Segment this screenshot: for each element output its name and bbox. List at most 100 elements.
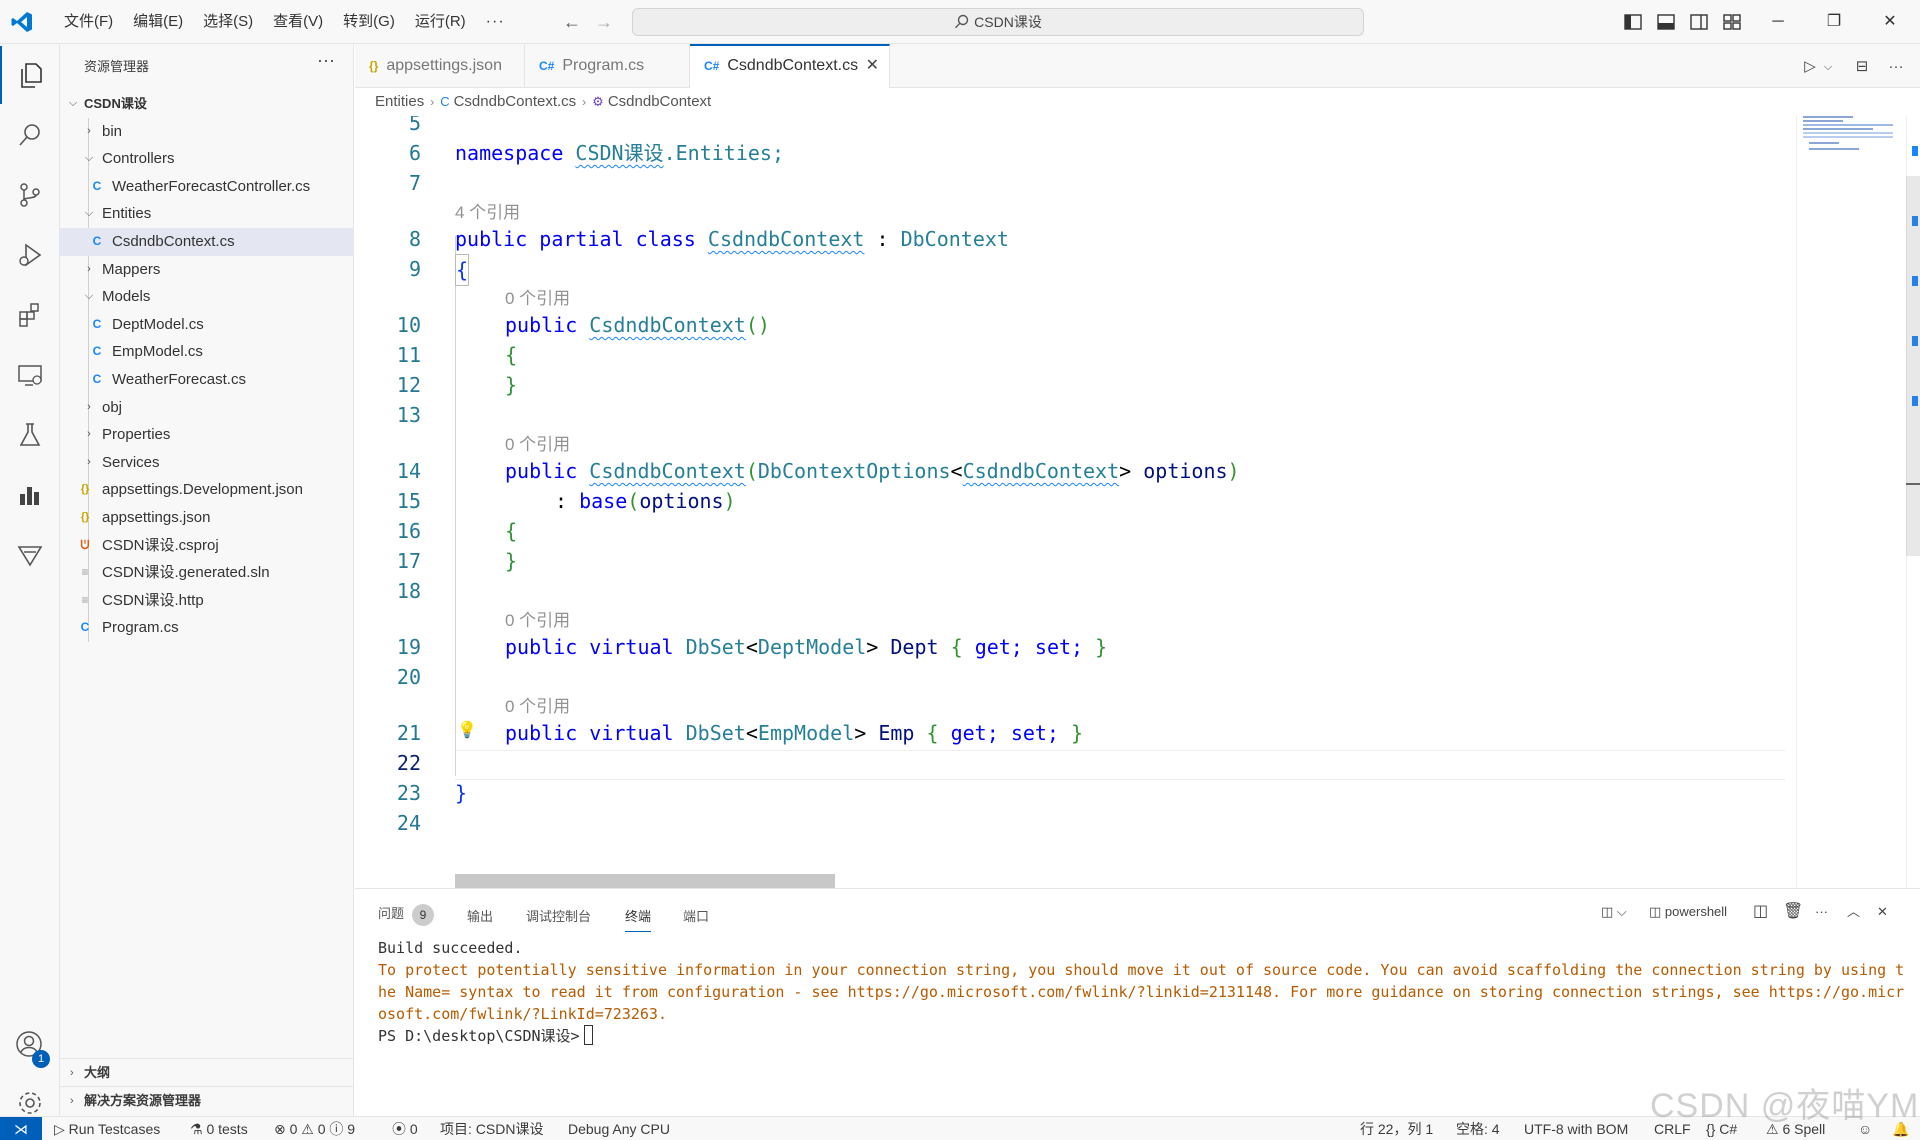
tab-appsettings-json[interactable]: {} appsettings.json: [355, 44, 525, 88]
tree-item-csdndbcontext[interactable]: C CsdndbContext.cs: [60, 227, 354, 256]
code-editor[interactable]: 5 6 namespace CSDN课设.Entities; 7 4 个引用 8p…: [355, 116, 1920, 888]
tree-item-properties[interactable]: › Properties: [60, 421, 354, 449]
tab-csdndbcontext-cs[interactable]: C# CsdndbContext.cs ✕: [690, 44, 890, 89]
menu-run[interactable]: 运行(R): [405, 0, 476, 44]
solution-explorer-section[interactable]: › 解决方案资源管理器: [60, 1086, 354, 1114]
tree-item-obj[interactable]: › obj: [60, 394, 354, 422]
tree-item-bin[interactable]: › bin: [60, 118, 354, 146]
split-editor-icon[interactable]: ⊟: [1851, 56, 1873, 78]
close-panel-icon[interactable]: ✕: [1877, 901, 1888, 923]
breadcrumb-class[interactable]: CsdndbContext: [608, 93, 711, 110]
minimize-icon[interactable]: ─: [1764, 8, 1792, 36]
terminal-output[interactable]: Build succeeded. To protect potentially …: [378, 937, 1908, 1047]
code-line: 11{: [396, 343, 518, 367]
problems-status[interactable]: ⊗ 0 ⚠ 0 ⓘ 9: [274, 1117, 355, 1140]
panel-tab-terminal[interactable]: 终端: [625, 906, 652, 932]
panel-tab-problems[interactable]: 问题 9: [378, 903, 435, 929]
code-lens-references[interactable]: 0 个引用: [505, 608, 570, 634]
accounts-icon[interactable]: 1: [0, 1016, 60, 1074]
search-view-icon[interactable]: [0, 106, 60, 164]
menu-view[interactable]: 查看(V): [263, 0, 333, 44]
tree-item-program[interactable]: C Program.cs: [60, 614, 354, 642]
run-testcases-button[interactable]: ▷ Run Testcases: [54, 1117, 160, 1140]
panel-tab-ports[interactable]: 端口: [683, 906, 709, 932]
code-line: 18: [396, 579, 421, 603]
tree-item-services[interactable]: › Services: [60, 449, 354, 477]
funnel-view-icon[interactable]: [0, 526, 60, 584]
indentation-status[interactable]: 空格: 4: [1456, 1117, 1500, 1140]
csharp-file-icon: C: [80, 620, 90, 635]
extensions-icon[interactable]: [0, 286, 60, 344]
panel-tab-output[interactable]: 输出: [467, 906, 493, 932]
explorer-more-button[interactable]: ···: [317, 50, 335, 71]
forward-arrow-icon[interactable]: →: [592, 10, 616, 34]
run-dropdown-chevron-icon[interactable]: ⌵: [1817, 56, 1839, 78]
menu-more[interactable]: ···: [476, 0, 515, 44]
menu-file[interactable]: 文件(F): [54, 0, 123, 44]
chart-view-icon[interactable]: [0, 466, 60, 524]
encoding-status[interactable]: UTF-8 with BOM: [1524, 1117, 1628, 1140]
toggle-secondary-sidebar-icon[interactable]: [1688, 11, 1710, 33]
tree-item-sln[interactable]: ≡ CSDN课设.generated.sln: [60, 559, 354, 587]
debug-config-status[interactable]: Debug Any CPU: [568, 1117, 670, 1140]
trash-icon[interactable]: 🗑: [1783, 901, 1803, 923]
project-status[interactable]: 项目: CSDN课设: [440, 1117, 543, 1140]
vertical-scrollbar[interactable]: [1906, 116, 1920, 888]
code-lens-references[interactable]: 0 个引用: [505, 432, 570, 458]
csharp-file-icon: C: [440, 94, 450, 109]
ports-status[interactable]: ⦿ 0: [392, 1117, 418, 1140]
tree-item-mappers[interactable]: › Mappers: [60, 256, 354, 284]
run-debug-icon[interactable]: [0, 226, 60, 284]
horizontal-scrollbar[interactable]: [455, 874, 835, 888]
lightbulb-icon[interactable]: 💡: [457, 720, 477, 740]
explorer-icon[interactable]: [0, 46, 60, 104]
toggle-primary-sidebar-icon[interactable]: [1622, 11, 1644, 33]
chevron-down-icon: ⌵: [84, 207, 94, 220]
code-lens-references[interactable]: 0 个引用: [505, 694, 570, 720]
tests-count[interactable]: ⚗ 0 tests: [190, 1117, 248, 1140]
csharp-file-icon: C: [92, 316, 102, 331]
tree-item-deptmodel[interactable]: C DeptModel.cs: [60, 311, 354, 339]
panel-more-icon[interactable]: ···: [1815, 901, 1828, 923]
editor-more-icon[interactable]: ···: [1885, 56, 1907, 78]
menu-selection[interactable]: 选择(S): [193, 0, 263, 44]
tree-item-csproj[interactable]: ᕫ CSDN课设.csproj: [60, 532, 354, 560]
cursor-position[interactable]: 行 22，列 1: [1360, 1117, 1433, 1140]
new-terminal-split-icon[interactable]: ◫ ⌵: [1601, 901, 1627, 923]
customize-layout-icon[interactable]: [1721, 11, 1743, 33]
testing-icon[interactable]: [0, 406, 60, 464]
split-terminal-icon[interactable]: ◫: [1753, 901, 1768, 923]
terminal-shell-selector[interactable]: ◫ powershell: [1649, 901, 1727, 923]
close-window-icon[interactable]: ✕: [1876, 8, 1904, 36]
maximize-panel-chevron-up-icon[interactable]: ︿: [1847, 901, 1860, 923]
outline-section[interactable]: › 大纲: [60, 1058, 354, 1086]
tree-item-models[interactable]: ⌵ Models: [60, 283, 354, 311]
tree-item-entities[interactable]: ⌵ Entities: [60, 200, 354, 228]
panel-tab-debug-console[interactable]: 调试控制台: [526, 906, 591, 932]
tree-item-appsettings-development[interactable]: {} appsettings.Development.json: [60, 476, 354, 504]
menu-edit[interactable]: 编辑(E): [123, 0, 193, 44]
breadcrumb-file[interactable]: CsdndbContext.cs: [454, 93, 577, 110]
source-control-icon[interactable]: [0, 166, 60, 224]
tree-root-folder[interactable]: ⌵ CSDN课设: [60, 90, 354, 118]
remote-explorer-icon[interactable]: [0, 346, 60, 404]
code-lens-references[interactable]: 4 个引用: [455, 200, 520, 226]
breadcrumb-entities[interactable]: Entities: [375, 93, 424, 110]
code-line: 10 public CsdndbContext(): [396, 313, 770, 337]
menu-go[interactable]: 转到(G): [333, 0, 405, 44]
tree-item-weatherforecastcontroller[interactable]: C WeatherForecastController.cs: [60, 173, 354, 201]
tree-item-appsettings[interactable]: {} appsettings.json: [60, 504, 354, 532]
code-lens-references[interactable]: 0 个引用: [505, 286, 570, 312]
tree-item-http[interactable]: ≡ CSDN课设.http: [60, 587, 354, 615]
toggle-panel-icon[interactable]: [1655, 11, 1677, 33]
tree-item-controllers[interactable]: ⌵ Controllers: [60, 145, 354, 173]
tree-item-weatherforecast[interactable]: C WeatherForecast.cs: [60, 366, 354, 394]
command-center-search[interactable]: CSDN课设: [632, 8, 1364, 36]
back-arrow-icon[interactable]: ←: [560, 10, 584, 34]
tab-program-cs[interactable]: C# Program.cs: [525, 44, 690, 88]
close-tab-icon[interactable]: ✕: [866, 46, 879, 86]
remote-indicator-icon[interactable]: ⋊: [0, 1117, 42, 1140]
tree-item-empmodel[interactable]: C EmpModel.cs: [60, 338, 354, 366]
restore-icon[interactable]: ❐: [1820, 8, 1848, 36]
minimap[interactable]: [1796, 116, 1906, 888]
